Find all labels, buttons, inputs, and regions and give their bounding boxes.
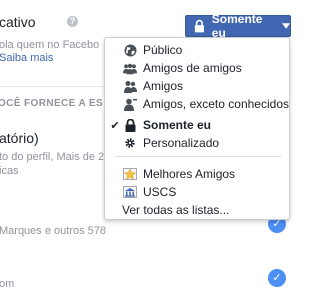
checkmark-badge-icon[interactable]: ✓ [268,269,286,287]
menu-divider [115,156,281,157]
menu-item-melhores-amigos[interactable]: Melhores Amigos [105,165,289,183]
menu-item-label: Personalizado [143,136,220,150]
star-list-icon [123,167,137,181]
menu-item-label: Amigos, exceto conhecidos [142,97,289,111]
lock-icon [123,118,137,132]
checkmark-icon: ✔ [110,119,120,132]
globe-icon [123,43,137,57]
school-list-icon [123,185,137,199]
menu-item-amigos-exceto-conhecidos[interactable]: Amigos, exceto conhecidos [105,95,289,113]
lock-icon [194,19,204,33]
menu-item-amigos[interactable]: Amigos [105,77,289,95]
friends-icon [123,79,137,93]
item-subtitle: to do perfil, Mais de 2 [0,151,105,163]
item-title: atório) [0,130,39,146]
menu-item-label: USCS [143,185,177,199]
privacy-selector-button[interactable]: Somente eu [185,12,291,40]
setting-title: cativo [0,14,36,30]
item-text: om [0,278,15,290]
menu-item-label: Amigos [143,79,184,93]
see-all-lists-link[interactable]: Ver todas as listas... [122,203,229,217]
menu-item-uscs[interactable]: USCS [105,183,289,201]
divider [0,86,120,87]
section-heading: OCÊ FORNECE A ES [0,98,104,109]
menu-item-publico[interactable]: Público [105,41,289,59]
chevron-down-icon [281,23,290,29]
item-names: Marques e outros 578 [0,225,107,237]
privacy-selector-label: Somente eu [211,12,263,40]
privacy-dropdown-menu: Público Amigos de amigos Amigos Amigos, … [104,37,290,220]
menu-item-label: Público [143,43,183,57]
friends-except-icon [123,97,137,111]
menu-item-somente-eu[interactable]: ✔ Somente eu [105,116,289,134]
menu-item-amigos-de-amigos[interactable]: Amigos de amigos [105,59,289,77]
menu-item-label: Melhores Amigos [143,167,236,181]
help-icon[interactable]: ? [67,16,78,27]
friends-of-friends-icon [123,61,137,75]
menu-item-label: Somente eu [143,118,212,132]
learn-more-link[interactable]: Saiba mais [0,52,53,64]
setting-description: ola quem no Facebo [0,39,100,51]
menu-item-personalizado[interactable]: Personalizado [105,134,289,152]
item-subtitle-2: icas [0,165,19,177]
menu-item-label: Amigos de amigos [143,61,242,75]
gear-icon [123,136,137,150]
